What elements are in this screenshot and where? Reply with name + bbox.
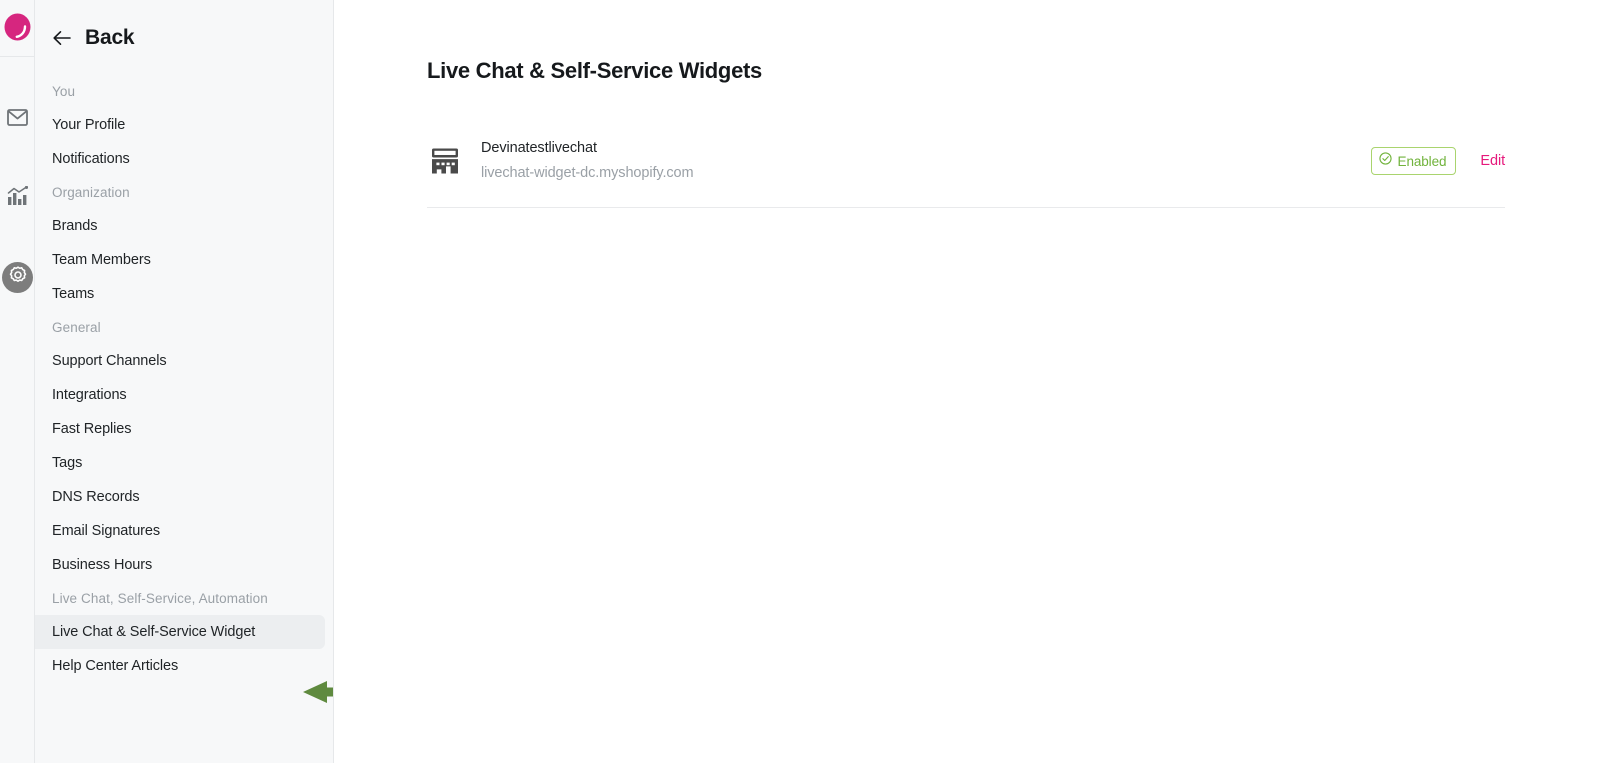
status-badge-label: Enabled <box>1397 153 1447 169</box>
sidebar-item-brands[interactable]: Brands <box>35 209 325 243</box>
sidebar-item-help-center-articles[interactable]: Help Center Articles <box>35 649 325 683</box>
app-icon-rail <box>0 0 35 763</box>
check-circle-icon <box>1378 152 1392 170</box>
sidebar-item-fast-replies[interactable]: Fast Replies <box>35 412 325 446</box>
settings-page: Back You Your Profile Notifications Organiz… <box>0 0 1600 763</box>
rail-divider <box>0 56 35 57</box>
storefront-icon <box>427 143 463 179</box>
reports-icon <box>7 185 29 211</box>
page-title: Live Chat & Self-Service Widgets <box>427 58 762 83</box>
nav-section-title: You <box>52 84 76 99</box>
sidebar-item-integrations[interactable]: Integrations <box>35 378 325 412</box>
sidebar-item-dns-records[interactable]: DNS Records <box>35 480 325 514</box>
sidebar-item-email-signatures[interactable]: Email Signatures <box>35 514 325 548</box>
annotation-arrow-sidebar <box>303 679 333 710</box>
back-button[interactable]: Back <box>35 0 215 50</box>
nav-section-title: General <box>52 320 101 335</box>
rail-item-settings[interactable] <box>0 259 35 295</box>
settings-sidebar: Back You Your Profile Notifications Organiz… <box>35 0 334 763</box>
widget-url: livechat-widget-dc.myshopify.com <box>481 164 694 181</box>
sidebar-item-notifications[interactable]: Notifications <box>35 142 325 176</box>
nav-section-title: Live Chat, Self-Service, Automation <box>52 591 268 606</box>
arrow-left-icon <box>51 27 73 49</box>
main-content: Live Chat & Self-Service Widgets Devinat… <box>334 0 1600 763</box>
sidebar-item-your-profile[interactable]: Your Profile <box>35 108 325 142</box>
mail-icon <box>7 109 28 131</box>
widget-row: Devinatestlivechat livechat-widget-dc.mys… <box>427 120 1505 208</box>
sidebar-item-tags[interactable]: Tags <box>35 446 325 480</box>
sidebar-item-live-chat-self-service-widget[interactable]: Live Chat & Self-Service Widget <box>35 615 325 649</box>
rail-item-reports[interactable] <box>0 180 35 216</box>
status-badge: Enabled <box>1370 147 1457 176</box>
gear-icon <box>8 265 28 290</box>
sidebar-item-teams[interactable]: Teams <box>35 277 325 311</box>
nav-section-title: Organization <box>52 185 130 200</box>
sidebar-item-business-hours[interactable]: Business Hours <box>35 548 325 582</box>
sidebar-item-support-channels[interactable]: Support Channels <box>35 344 325 378</box>
widget-info: Devinatestlivechat livechat-widget-dc.mys… <box>481 138 1371 185</box>
widget-list: Devinatestlivechat livechat-widget-dc.mys… <box>427 120 1505 208</box>
settings-active-background <box>2 261 33 293</box>
widget-name: Devinatestlivechat <box>481 140 597 156</box>
rail-item-inbox[interactable] <box>0 102 35 138</box>
settings-nav: You Your Profile Notifications Organization… <box>35 80 333 683</box>
edit-link[interactable]: Edit <box>1480 153 1505 169</box>
sidebar-item-team-members[interactable]: Team Members <box>35 243 325 277</box>
back-label: Back <box>85 26 135 49</box>
brand-logo-icon[interactable] <box>3 12 31 42</box>
